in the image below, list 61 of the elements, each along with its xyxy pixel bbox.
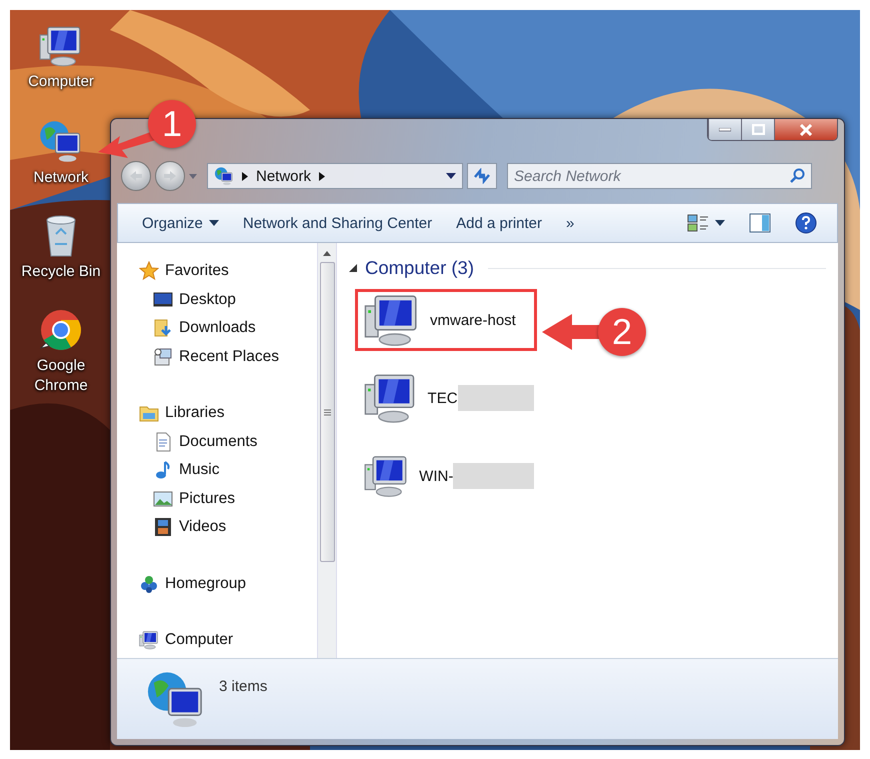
search-icon bbox=[789, 168, 805, 184]
pane-icon bbox=[749, 213, 771, 233]
refresh-icon bbox=[473, 168, 491, 184]
nav-item[interactable]: Videos bbox=[139, 513, 317, 542]
search-field[interactable]: Search Network bbox=[507, 163, 812, 189]
dropdown-icon[interactable] bbox=[446, 173, 456, 179]
nav-item[interactable]: Favorites bbox=[139, 257, 317, 286]
organize-menu[interactable]: Organize bbox=[132, 210, 229, 236]
group-heading[interactable]: Computer (3) bbox=[365, 257, 474, 279]
desktop-icon-label[interactable]: Google Chrome bbox=[21, 356, 101, 396]
close-button[interactable] bbox=[774, 119, 837, 140]
back-arrow-icon bbox=[129, 170, 143, 182]
maximize-icon bbox=[752, 124, 764, 135]
grip-icon bbox=[324, 408, 330, 416]
nav-item[interactable]: Music bbox=[139, 456, 317, 484]
toolbar-button[interactable]: » bbox=[556, 210, 584, 236]
recent-places-icon bbox=[153, 346, 173, 367]
nav-item[interactable]: Homegroup bbox=[139, 570, 317, 598]
film-strip-icon bbox=[153, 517, 173, 538]
nav-item[interactable]: Computer bbox=[139, 626, 317, 654]
nav-item[interactable]: Desktop bbox=[139, 286, 317, 314]
caret-icon bbox=[208, 220, 219, 226]
nav-item[interactable]: Downloads bbox=[139, 314, 317, 342]
collapse-icon[interactable] bbox=[349, 264, 357, 272]
caret-icon bbox=[715, 220, 725, 226]
close-icon bbox=[799, 124, 813, 136]
scrollbar[interactable] bbox=[317, 243, 337, 658]
item-count: 3 items bbox=[219, 678, 268, 694]
maximize-button[interactable] bbox=[741, 119, 774, 140]
minimize-icon bbox=[719, 128, 731, 132]
network-host-item[interactable]: vmware-host bbox=[355, 289, 537, 351]
network-icon bbox=[214, 166, 234, 186]
nav-item[interactable]: Documents bbox=[139, 428, 317, 456]
browser-icon bbox=[39, 308, 83, 352]
nav-item[interactable]: Libraries bbox=[139, 399, 317, 428]
breadcrumb[interactable]: Network bbox=[256, 168, 312, 184]
homegroup-icon bbox=[139, 574, 159, 594]
address-bar[interactable]: Network bbox=[207, 163, 463, 189]
download-folder-icon bbox=[153, 318, 173, 338]
network-host-item[interactable]: TEC bbox=[355, 367, 537, 429]
nav-item[interactable]: Recent Places bbox=[139, 342, 317, 371]
help-icon bbox=[795, 212, 817, 234]
desktop-icon-label[interactable]: Network bbox=[21, 168, 101, 188]
desktop-icon-label[interactable]: Recycle Bin bbox=[21, 262, 101, 282]
computer-icon bbox=[139, 630, 159, 650]
toolbar-button[interactable]: Add a printer bbox=[446, 210, 552, 236]
minimize-button[interactable] bbox=[708, 119, 741, 140]
nav-item[interactable]: Pictures bbox=[139, 484, 317, 513]
details-view-icon bbox=[687, 213, 709, 233]
forward-arrow-icon bbox=[163, 170, 177, 182]
forward-button[interactable] bbox=[155, 161, 185, 191]
scroll-up-icon[interactable] bbox=[323, 251, 331, 256]
back-button[interactable] bbox=[121, 161, 151, 191]
chevron-icon bbox=[319, 172, 326, 180]
network-host-item[interactable]: WIN- bbox=[355, 445, 537, 507]
toolbar-button[interactable]: Network and Sharing Center bbox=[232, 210, 442, 236]
pictures-icon bbox=[153, 488, 173, 509]
star-icon bbox=[139, 261, 159, 282]
computer-icon bbox=[39, 24, 83, 68]
chevron-icon bbox=[242, 172, 248, 180]
refresh-button[interactable] bbox=[467, 163, 497, 189]
